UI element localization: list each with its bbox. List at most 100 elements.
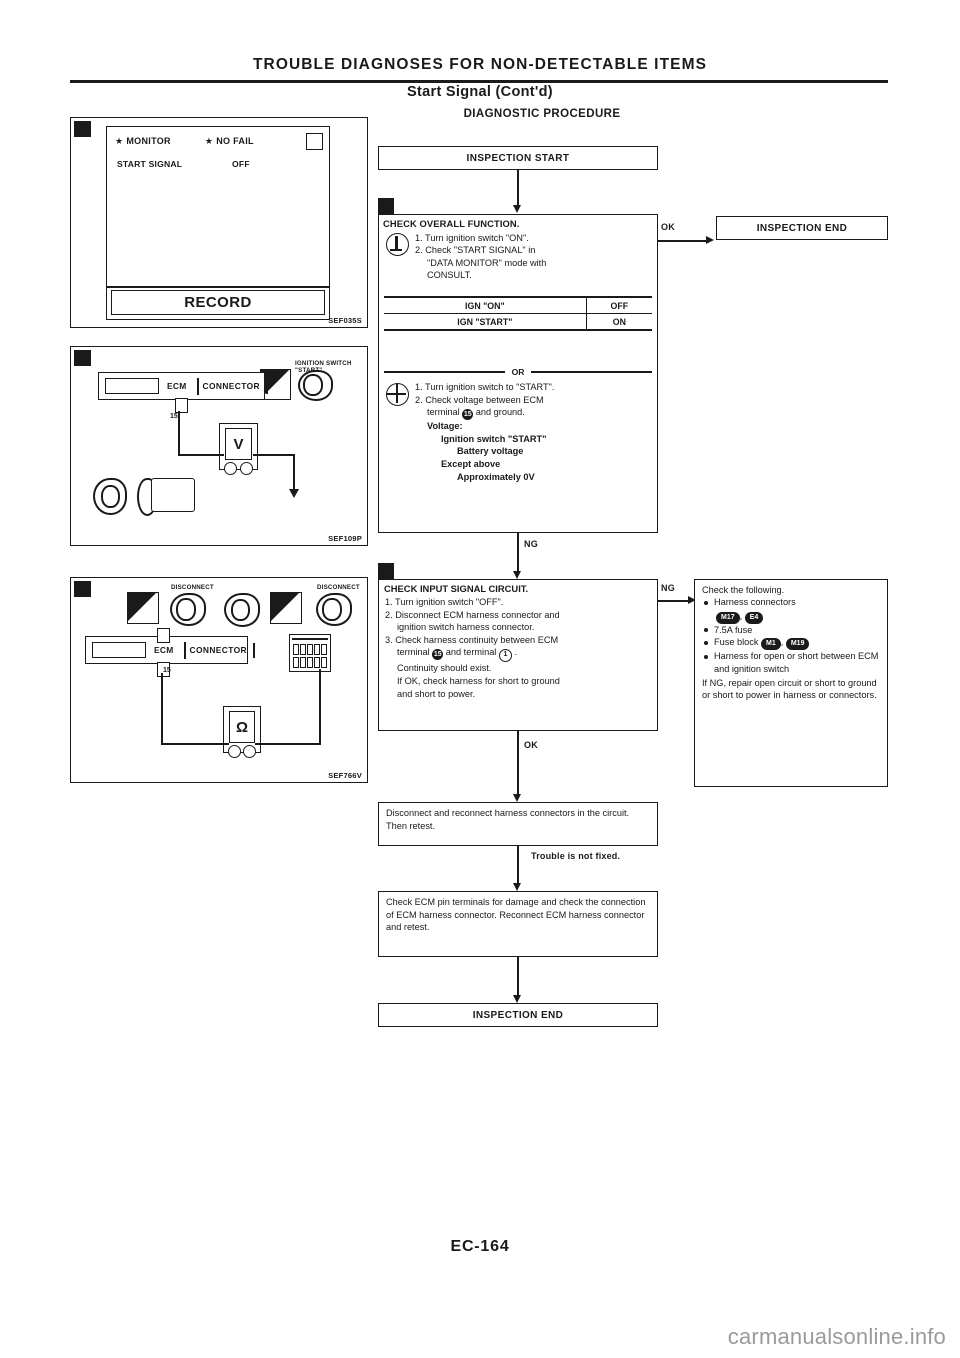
table-cell-result: OFF bbox=[586, 296, 652, 314]
ok-branch-line bbox=[658, 240, 708, 242]
table-row: IGN "ON" OFF bbox=[384, 296, 652, 314]
record-button[interactable]: RECORD bbox=[111, 290, 325, 315]
step2-line-4: 3. Check harness continuity between ECM bbox=[385, 634, 559, 645]
monitor-separator bbox=[107, 286, 329, 288]
connector-badge-e4: E4 bbox=[744, 611, 764, 624]
table-cell-condition: IGN "START" bbox=[384, 313, 587, 331]
connector-plug-inner-b bbox=[231, 599, 250, 621]
arrow-down-1 bbox=[513, 205, 521, 213]
watermark: carmanualsonline.info bbox=[727, 1324, 946, 1349]
disconnect-caption-b: DISCONNECT bbox=[317, 584, 360, 591]
probe-body-icon bbox=[151, 478, 195, 512]
check-following-title: Check the following. bbox=[702, 585, 785, 595]
ng-label-2: NG bbox=[661, 583, 676, 593]
pin-tab bbox=[175, 398, 188, 413]
pin-number: 15 bbox=[170, 413, 178, 420]
header-divider bbox=[70, 80, 888, 83]
step-marker-2 bbox=[378, 198, 394, 214]
hand-inner-icon bbox=[101, 485, 120, 508]
alt-line-3: terminal 15 and ground. bbox=[427, 407, 525, 421]
list-item: Harness connectors M17, E4 bbox=[704, 596, 882, 624]
list-item: 7.5A fuse bbox=[704, 624, 882, 636]
pin-check-text: Check ECM pin terminals for damage and c… bbox=[386, 897, 646, 933]
monitor-header: ★ MONITOR ★ NO FAIL bbox=[107, 127, 329, 155]
hand-tool-icon-b bbox=[270, 592, 302, 624]
step1-title: CHECK OVERALL FUNCTION. bbox=[383, 218, 520, 229]
connector-shell bbox=[105, 378, 159, 394]
or-line-right bbox=[531, 371, 653, 373]
check-following-content: Check the following. Harness connectors … bbox=[695, 580, 887, 702]
figure-code: SEF109P bbox=[328, 534, 362, 543]
ohmmeter-terminal-right bbox=[243, 745, 256, 758]
flow-check-input-signal-circuit: CHECK INPUT SIGNAL CIRCUIT. 1. Turn igni… bbox=[378, 563, 658, 731]
connector-word: CONNECTOR bbox=[202, 381, 260, 391]
connector-badge-m19: M19 bbox=[785, 638, 810, 651]
section-subtitle: Start Signal (Cont'd) bbox=[407, 84, 553, 100]
pin-cell-2 bbox=[183, 641, 186, 659]
manual-page: TROUBLE DIAGNOSES FOR NON-DETECTABLE ITE… bbox=[0, 0, 960, 1358]
ignition-switch-connector bbox=[289, 634, 331, 672]
connector-line-3 bbox=[517, 731, 519, 796]
wiring1-caption: IGNITION SWITCH "START" bbox=[295, 360, 352, 374]
step2-line-2: 2. Disconnect ECM harness connector and bbox=[385, 609, 560, 620]
voltmeter-face: V bbox=[225, 428, 252, 460]
fusebox-top-bar bbox=[292, 638, 328, 640]
star-icon-2: ★ bbox=[204, 135, 214, 146]
connector-plug-inner-c bbox=[322, 598, 342, 621]
ng-branch-line bbox=[658, 600, 690, 602]
step2-instructions: 1. Turn ignition switch "OFF". 2. Discon… bbox=[379, 595, 657, 700]
step1-alt-instructions: 1. Turn ignition switch to "START". 2. C… bbox=[415, 381, 653, 483]
illustration-continuity-check: DISCONNECT DISCONNECT ECM CONNECTOR 15 Ω bbox=[70, 577, 368, 783]
monitor-data-row: START SIGNAL OFF bbox=[117, 159, 319, 169]
nofail-label: NO FAIL bbox=[216, 136, 254, 146]
step2-line-7: If OK, check harness for short to ground bbox=[397, 675, 560, 686]
procedure-heading: DIAGNOSTIC PROCEDURE bbox=[463, 108, 621, 120]
wire-horizontal-2 bbox=[253, 454, 295, 456]
list-item: Harness for open or short between ECM an… bbox=[704, 650, 882, 675]
monitor-checkbox bbox=[306, 133, 323, 150]
check-following-footer: If NG, repair open circuit or short to g… bbox=[702, 678, 877, 701]
connector-line-1 bbox=[517, 170, 519, 207]
panel-marker-2 bbox=[74, 350, 91, 366]
figure-code: SEF766V bbox=[328, 771, 362, 780]
connector-word-2: CONNECTOR bbox=[189, 645, 247, 655]
connector-tail-2 bbox=[252, 642, 255, 658]
wire-right-vertical bbox=[319, 669, 321, 744]
flow-check-following: Check the following. Harness connectors … bbox=[694, 579, 888, 787]
connector-shell-2 bbox=[92, 642, 146, 658]
pin-number-2: 15 bbox=[163, 667, 171, 674]
flow-check-overall-function: CHECK OVERALL FUNCTION. 1. Turn ignition… bbox=[378, 198, 658, 533]
ecm-label: ECM bbox=[167, 381, 187, 391]
flow-inspection-end-top: INSPECTION END bbox=[716, 216, 888, 240]
or-label: OR bbox=[511, 367, 525, 377]
disconnect-text: Disconnect and reconnect harness connect… bbox=[386, 808, 630, 831]
step2-line-5: terminal 15 and terminal 1 . bbox=[385, 646, 652, 663]
check-following-list: Harness connectors M17, E4 7.5A fuse Fus… bbox=[702, 596, 882, 675]
bullet-text-3: Fuse block bbox=[714, 637, 759, 648]
table-row: IGN "START" ON bbox=[384, 313, 652, 331]
alt-line-8: Approximately 0V bbox=[457, 471, 535, 482]
page-number: EC-164 bbox=[450, 1238, 510, 1255]
bullet-text-2: 7.5A fuse bbox=[714, 624, 753, 635]
connector-plug-inner-icon bbox=[303, 374, 323, 396]
ecm-label-2: ECM bbox=[154, 645, 174, 655]
flow-disconnect-reconnect: Disconnect and reconnect harness connect… bbox=[378, 802, 658, 846]
ecm-connector-bar: ECM CONNECTOR bbox=[98, 372, 268, 400]
wire-right-horizontal bbox=[255, 743, 321, 745]
pin-tab-top bbox=[157, 628, 170, 643]
alt-line-6: Battery voltage bbox=[457, 446, 524, 457]
step2-line-3: ignition switch harness connector. bbox=[397, 622, 535, 633]
arrow-right-ok bbox=[706, 236, 714, 244]
alt-line-2: 2. Check voltage between ECM bbox=[415, 394, 544, 405]
arrow-down-3 bbox=[513, 794, 521, 802]
flow-inspection-end-bottom: INSPECTION END bbox=[378, 1003, 658, 1027]
step1-line-1: 1. Turn ignition switch "ON". bbox=[415, 233, 529, 243]
panel-marker-1 bbox=[74, 121, 91, 137]
connector-badge-m1: M1 bbox=[761, 638, 781, 651]
consult-screen: ★ MONITOR ★ NO FAIL START SIGNAL OFF REC… bbox=[106, 126, 330, 320]
pin-cell bbox=[196, 377, 199, 395]
monitor-label: MONITOR bbox=[126, 136, 171, 146]
connector-line-2 bbox=[517, 533, 519, 573]
star-icon: ★ bbox=[115, 135, 124, 146]
alt-line-5: Ignition switch "START" bbox=[441, 433, 547, 444]
